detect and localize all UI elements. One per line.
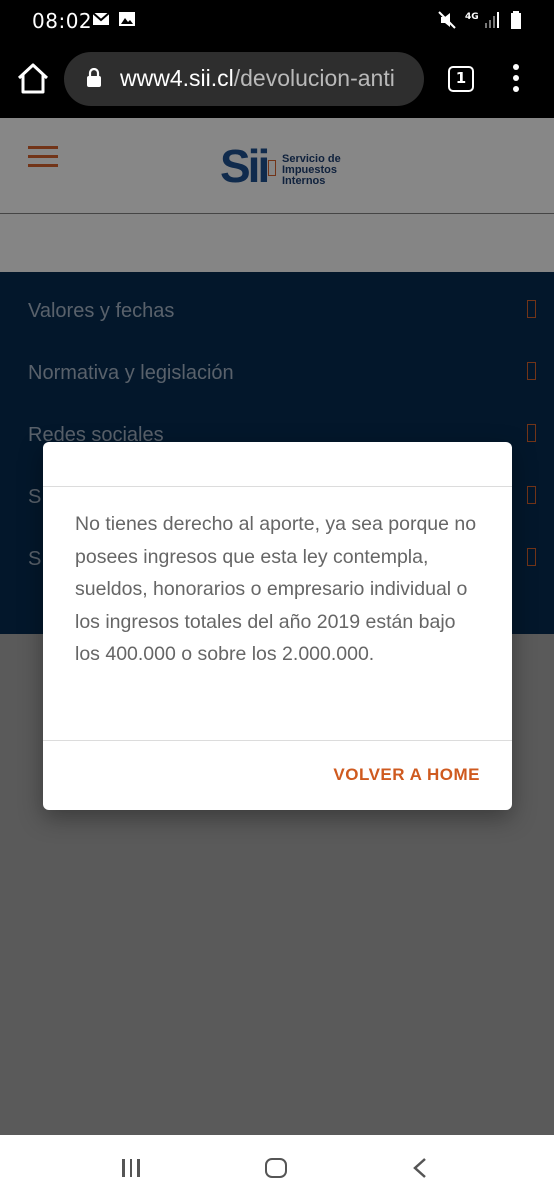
recents-icon[interactable] <box>122 1159 145 1181</box>
status-bar: 08:02 4G <box>0 0 554 42</box>
dialog-message: No tienes derecho al aporte, ya sea porq… <box>75 513 477 665</box>
signal-icon <box>485 12 499 28</box>
mail-icon <box>92 12 110 25</box>
image-icon <box>119 12 135 26</box>
address-bar[interactable]: www4.sii.cl/devolucion-anti <box>64 52 424 106</box>
system-nav-bar <box>0 1135 554 1200</box>
status-time: 08:02 <box>32 9 93 33</box>
browser-toolbar: www4.sii.cl/devolucion-anti 1 <box>0 42 554 118</box>
url-path: /devolucion-anti <box>233 65 395 91</box>
volver-a-home-button[interactable]: VOLVER A HOME <box>333 765 480 785</box>
lock-icon <box>87 68 101 87</box>
back-icon[interactable] <box>412 1157 428 1179</box>
tab-switcher-button[interactable]: 1 <box>448 66 474 92</box>
more-menu-icon[interactable] <box>508 64 524 96</box>
dialog-header <box>43 442 512 487</box>
home-nav-icon[interactable] <box>265 1158 287 1178</box>
home-icon[interactable] <box>14 58 52 100</box>
network-type: 4G <box>465 12 479 22</box>
mute-icon <box>438 11 456 29</box>
dialog-footer: VOLVER A HOME <box>43 740 512 811</box>
url-host: www4.sii.cl <box>120 65 234 91</box>
alert-dialog: No tienes derecho al aporte, ya sea porq… <box>43 442 512 810</box>
battery-icon <box>511 11 521 29</box>
url-text: www4.sii.cl/devolucion-anti <box>120 65 395 92</box>
